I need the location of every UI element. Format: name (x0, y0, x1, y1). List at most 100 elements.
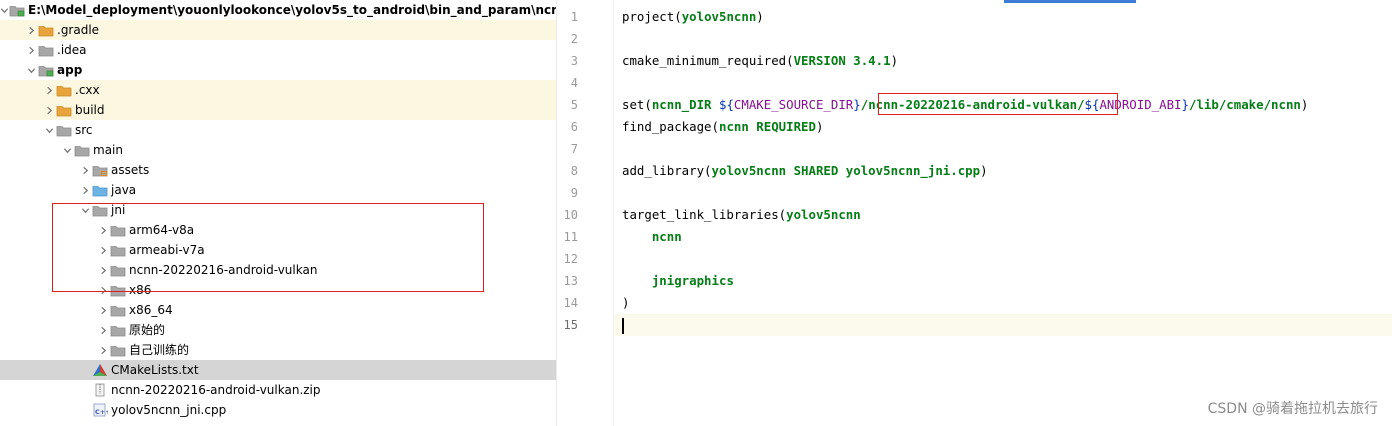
tree-item[interactable]: x86_64 (0, 300, 556, 320)
tree-item[interactable]: C++yolov5ncnn_jni.cpp (0, 400, 556, 420)
code-token: ${ (718, 97, 734, 112)
annotation-box-ncnn-path (878, 93, 1118, 115)
code-token: yolov5ncnn (786, 207, 861, 222)
code-token: VERSION 3.4.1 (793, 53, 891, 68)
chevron-right-icon[interactable] (78, 160, 92, 180)
line-number: 7 (570, 142, 578, 156)
folder-icon (110, 323, 126, 337)
current-line-highlight (558, 314, 1392, 336)
tree-item-label: yolov5ncnn_jni.cpp (111, 403, 227, 417)
tree-item-label: 原始的 (129, 323, 166, 337)
code-token: jnigraphics (651, 273, 734, 288)
chevron-right-icon[interactable] (24, 40, 38, 60)
tree-item[interactable]: app (0, 60, 556, 80)
code-token: ) (1300, 97, 1309, 112)
chevron-right-icon[interactable] (42, 80, 56, 100)
zip-file-icon (92, 383, 108, 397)
tree-item-label: .cxx (75, 83, 100, 97)
code-line[interactable]: add_library(yolov5ncnn SHARED yolov5ncnn… (622, 160, 988, 182)
chevron-right-icon[interactable] (96, 320, 110, 340)
code-token: } (853, 97, 861, 112)
tree-item[interactable]: E:\Model_deployment\youonlylookonce\yolo… (0, 0, 557, 20)
code-token: yolov5ncnn SHARED yolov5ncnn_jni.cpp (711, 163, 981, 178)
code-token: project( (622, 9, 682, 24)
orange-folder-icon (56, 103, 72, 117)
chevron-down-icon[interactable] (60, 140, 74, 160)
chevron-right-icon[interactable] (96, 340, 110, 360)
tree-item-label: build (75, 103, 105, 117)
blue-folder-icon (92, 183, 108, 197)
tree-item[interactable]: ncnn-20220216-android-vulkan.zip (0, 380, 556, 400)
tree-item[interactable]: .cxx (0, 80, 556, 100)
resource-folder-icon (92, 163, 108, 177)
tree-item[interactable]: java (0, 180, 556, 200)
tree-item-label: x86_64 (129, 303, 173, 317)
chevron-down-icon[interactable] (42, 120, 56, 140)
tree-item-label: assets (111, 163, 150, 177)
line-number: 2 (570, 32, 578, 46)
folder-icon (38, 43, 54, 57)
code-token: CMAKE_SOURCE_DIR (733, 97, 854, 112)
tree-item-label: CMakeLists.txt (111, 363, 199, 377)
tree-item-label: src (75, 123, 93, 137)
watermark: CSDN @骑着拖拉机去旅行 (1207, 401, 1378, 417)
line-number-gutter: 1 2 3 4 5 6 7 8 9 10 11 12 13 14 15 (558, 0, 614, 426)
tree-item-label: .gradle (57, 23, 100, 37)
line-number: 11 (563, 230, 578, 244)
code-token: ) (815, 119, 824, 134)
chevron-right-icon[interactable] (42, 100, 56, 120)
code-token: ncnn REQUIRED (718, 119, 816, 134)
tree-item[interactable]: build (0, 100, 556, 120)
code-token: ) (622, 295, 630, 310)
code-line[interactable]: target_link_libraries(yolov5ncnn (622, 204, 861, 226)
line-number: 6 (570, 120, 578, 134)
code-token: ) (980, 163, 988, 178)
line-number: 8 (570, 164, 578, 178)
tree-item-label: E:\Model_deployment\youonlylookonce\yolo… (28, 3, 557, 17)
code-line[interactable]: find_package(ncnn REQUIRED) (622, 116, 823, 138)
tree-item[interactable]: assets (0, 160, 556, 180)
tree-item[interactable]: src (0, 120, 556, 140)
tree-item-label: ncnn-20220216-android-vulkan.zip (111, 383, 321, 397)
code-line[interactable]: ) (622, 292, 629, 314)
code-editor[interactable]: 1 2 3 4 5 6 7 8 9 10 11 12 13 14 15 project(yolov5ncnn… (558, 0, 1392, 426)
chevron-down-icon[interactable] (0, 0, 9, 20)
tree-item[interactable]: 自己训练的 (0, 340, 556, 360)
line-number: 9 (570, 186, 578, 200)
code-token: yolov5ncnn (681, 9, 757, 24)
code-token: ) (890, 53, 899, 68)
line-number: 14 (563, 296, 578, 310)
chevron-down-icon[interactable] (24, 60, 38, 80)
code-line[interactable]: jnigraphics (622, 270, 734, 292)
tree-item[interactable]: CMakeLists.txt (0, 360, 556, 380)
code-token: ncnn_DIR (651, 97, 719, 112)
code-line[interactable]: ncnn (622, 226, 682, 248)
code-line[interactable] (622, 314, 624, 336)
code-token: target_link_libraries( (622, 207, 787, 222)
code-line[interactable]: cmake_minimum_required(VERSION 3.4.1) (622, 50, 898, 72)
cmake-file-icon (92, 363, 108, 377)
tree-item[interactable]: .gradle (0, 20, 556, 40)
line-number: 5 (570, 98, 578, 112)
line-number: 1 (570, 10, 578, 24)
folder-icon (110, 343, 126, 357)
code-token: find_package( (622, 119, 719, 134)
code-token: add_library( (622, 163, 712, 178)
line-number: 10 (563, 208, 578, 222)
chevron-right-icon[interactable] (78, 180, 92, 200)
tree-item[interactable]: .idea (0, 40, 556, 60)
folder-icon (110, 303, 126, 317)
chevron-right-icon[interactable] (24, 20, 38, 40)
code-token: set( (622, 97, 652, 112)
tree-item-label: main (93, 143, 123, 157)
tree-item-label: .idea (57, 43, 87, 57)
line-number: 4 (570, 76, 578, 90)
code-line[interactable]: project(yolov5ncnn) (622, 6, 764, 28)
chevron-right-icon[interactable] (96, 300, 110, 320)
tree-item[interactable]: 原始的 (0, 320, 556, 340)
tree-item[interactable]: main (0, 140, 556, 160)
module-folder-icon (9, 3, 25, 17)
tree-item-label: 自己训练的 (129, 343, 190, 357)
module-folder-icon (38, 63, 54, 77)
